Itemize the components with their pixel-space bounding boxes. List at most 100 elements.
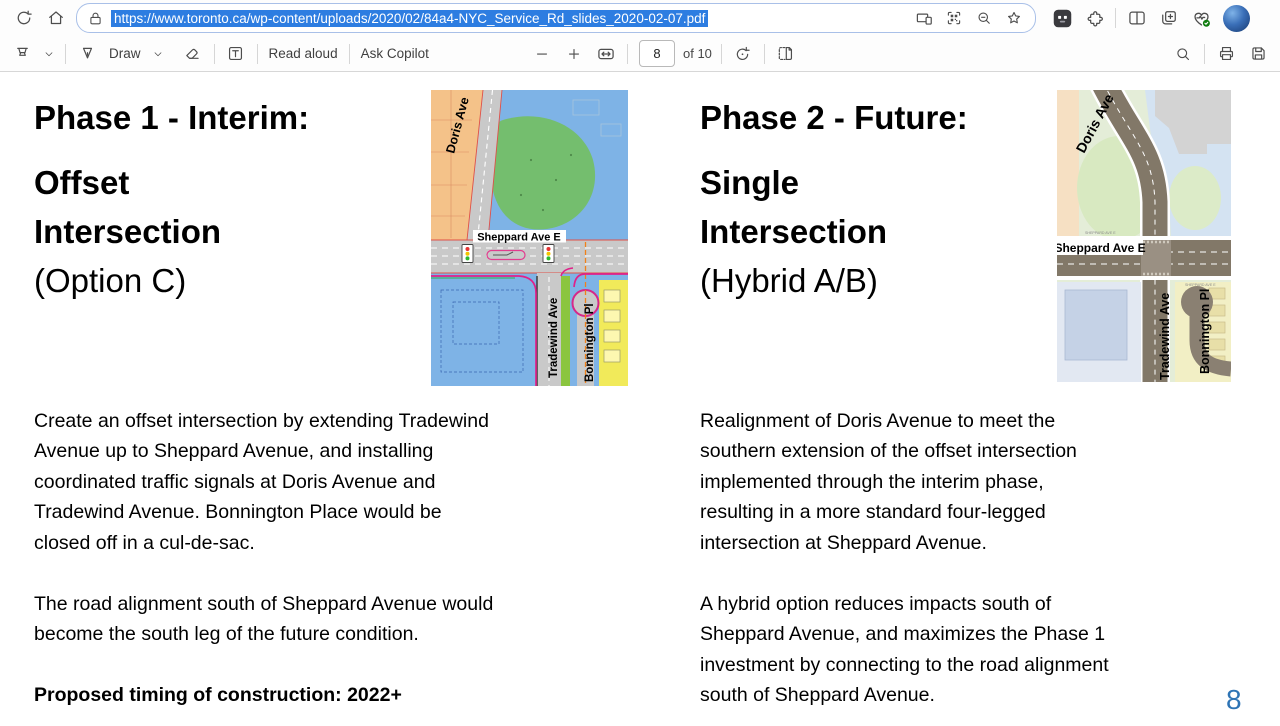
rotate-button[interactable]	[727, 39, 759, 69]
read-aloud-button[interactable]: Read aloud	[263, 46, 344, 61]
text-line: A hybrid option reduces impacts south of	[700, 589, 1245, 619]
zoom-in-plus-icon	[565, 45, 583, 63]
page-view-icon	[776, 44, 795, 63]
rotate-icon	[738, 47, 750, 59]
page-view-button[interactable]	[770, 39, 802, 69]
text-line: implemented through the interim phase,	[700, 467, 1245, 497]
tradewind-ave-label: Tradewind Ave	[1158, 293, 1172, 380]
refresh-button[interactable]	[8, 3, 40, 33]
construction-timing-line: Proposed timing of construction: 2022+	[34, 680, 654, 710]
erase-button[interactable]	[177, 39, 209, 69]
sheppard-ave-label: Sheppard Ave E	[477, 232, 561, 244]
text-line: Realignment of Doris Avenue to meet the	[700, 406, 1245, 436]
add-text-button[interactable]	[220, 39, 252, 69]
lock-icon	[87, 10, 104, 27]
draw-label[interactable]: Draw	[103, 46, 147, 61]
phase1-title-line: Intersection	[34, 207, 221, 256]
eraser-icon	[183, 44, 202, 63]
send-to-devices-button[interactable]	[909, 5, 939, 31]
phase1-map-image: Sheppard Ave E Doris Ave Tradewind Ave B…	[431, 90, 628, 386]
home-icon	[46, 8, 66, 28]
search-document-button[interactable]	[1167, 39, 1199, 69]
text-line: south of Sheppard Avenue.	[700, 680, 1245, 710]
bonnington-pl-label: Bonnington Pl	[1198, 289, 1212, 374]
page-count-label: of 10	[683, 46, 712, 61]
favorites-star-icon	[1005, 9, 1023, 27]
print-icon	[1217, 44, 1236, 63]
phase2-description: Realignment of Doris Avenue to meet the …	[700, 406, 1245, 711]
chevron-down-icon	[152, 48, 164, 60]
phase1-description: Create an offset intersection by extendi…	[34, 406, 654, 710]
profile-avatar[interactable]	[1223, 5, 1250, 32]
phase2-title-line: Intersection	[700, 207, 887, 256]
collections-button[interactable]	[1153, 3, 1185, 33]
tradewind-ave-label: Tradewind Ave	[548, 298, 560, 378]
phase2-title: Single Intersection (Hybrid A/B)	[700, 158, 887, 305]
toolbar-divider	[257, 44, 258, 64]
toolbar-divider	[214, 44, 215, 64]
highlight-menu-button[interactable]	[38, 39, 60, 69]
extensions-button[interactable]	[1078, 3, 1110, 33]
save-button[interactable]	[1242, 39, 1274, 69]
url-text[interactable]: https://www.toronto.ca/wp-content/upload…	[111, 10, 708, 27]
text-line: closed off in a cul-de-sac.	[34, 528, 654, 558]
slide-page-number: 8	[1226, 684, 1242, 716]
pdf-center-tools: 8 of 10	[526, 36, 802, 71]
phase1-subtitle: (Option C)	[34, 256, 221, 305]
text-line: Sheppard Avenue, and maximizes the Phase…	[700, 619, 1245, 649]
text-line: become the south leg of the future condi…	[34, 619, 654, 649]
browser-essentials-button[interactable]	[1185, 3, 1217, 33]
zoom-out-minus-icon	[533, 45, 551, 63]
highlighter-icon	[13, 44, 32, 63]
home-button[interactable]	[40, 3, 72, 33]
favorites-button[interactable]	[999, 5, 1029, 31]
text-line: intersection at Sheppard Avenue.	[700, 528, 1245, 558]
toolbar-divider	[349, 44, 350, 64]
draw-button[interactable]	[71, 39, 103, 69]
toolbar-divider	[1115, 8, 1116, 28]
text-tool-icon	[226, 44, 245, 63]
print-button[interactable]	[1210, 39, 1242, 69]
text-line: southern extension of the offset interse…	[700, 436, 1245, 466]
ask-copilot-button[interactable]: Ask Copilot	[355, 46, 435, 61]
text-line: Avenue up to Sheppard Avenue, and instal…	[34, 436, 654, 466]
toolbar-divider	[721, 44, 722, 64]
toolbar-divider	[65, 44, 66, 64]
zoom-in-button[interactable]	[558, 39, 590, 69]
pdf-right-tools	[1167, 36, 1274, 71]
highlight-button[interactable]	[6, 39, 38, 69]
svg-text:SHEPPARD AVE E: SHEPPARD AVE E	[1185, 283, 1216, 287]
extension-badge-icon	[1052, 8, 1073, 29]
page-number-input[interactable]: 8	[639, 40, 675, 67]
zoom-out-button[interactable]	[526, 39, 558, 69]
browser-toolbar: https://www.toronto.ca/wp-content/upload…	[0, 0, 1280, 36]
split-screen-button[interactable]	[1121, 3, 1153, 33]
extension-button[interactable]	[1046, 3, 1078, 33]
qr-code-button[interactable]	[939, 5, 969, 31]
svg-text:SHEPPARD AVE E: SHEPPARD AVE E	[1085, 231, 1116, 235]
bonnington-pl-label: Bonnington Pl	[584, 303, 596, 382]
phase2-heading: Phase 2 - Future:	[700, 98, 968, 138]
draw-menu-button[interactable]	[147, 39, 169, 69]
save-icon	[1249, 44, 1268, 63]
devices-icon	[915, 9, 934, 28]
refresh-icon	[14, 8, 34, 28]
toolbar-divider	[627, 44, 628, 64]
toolbar-divider	[764, 44, 765, 64]
split-screen-icon	[1127, 8, 1147, 28]
text-line: resulting in a more standard four-legged	[700, 497, 1245, 527]
fit-width-icon	[596, 44, 616, 64]
search-icon	[1174, 45, 1192, 63]
text-line: investment by connecting to the road ali…	[700, 650, 1245, 680]
toolbar-divider	[1204, 44, 1205, 64]
fit-to-width-button[interactable]	[590, 39, 622, 69]
pen-icon	[78, 44, 97, 63]
extensions-puzzle-icon	[1084, 8, 1104, 28]
phase2-title-line: Single	[700, 158, 887, 207]
zoom-out-icon	[975, 9, 993, 27]
phase2-subtitle: (Hybrid A/B)	[700, 256, 887, 305]
phase2-map-image: SHEPPARD AVE E SHEPPARD AVE E Sheppard A…	[1057, 90, 1231, 382]
zoom-level-button[interactable]	[969, 5, 999, 31]
address-bar[interactable]: https://www.toronto.ca/wp-content/upload…	[76, 3, 1036, 33]
text-line: Tradewind Avenue. Bonnington Place would…	[34, 497, 654, 527]
